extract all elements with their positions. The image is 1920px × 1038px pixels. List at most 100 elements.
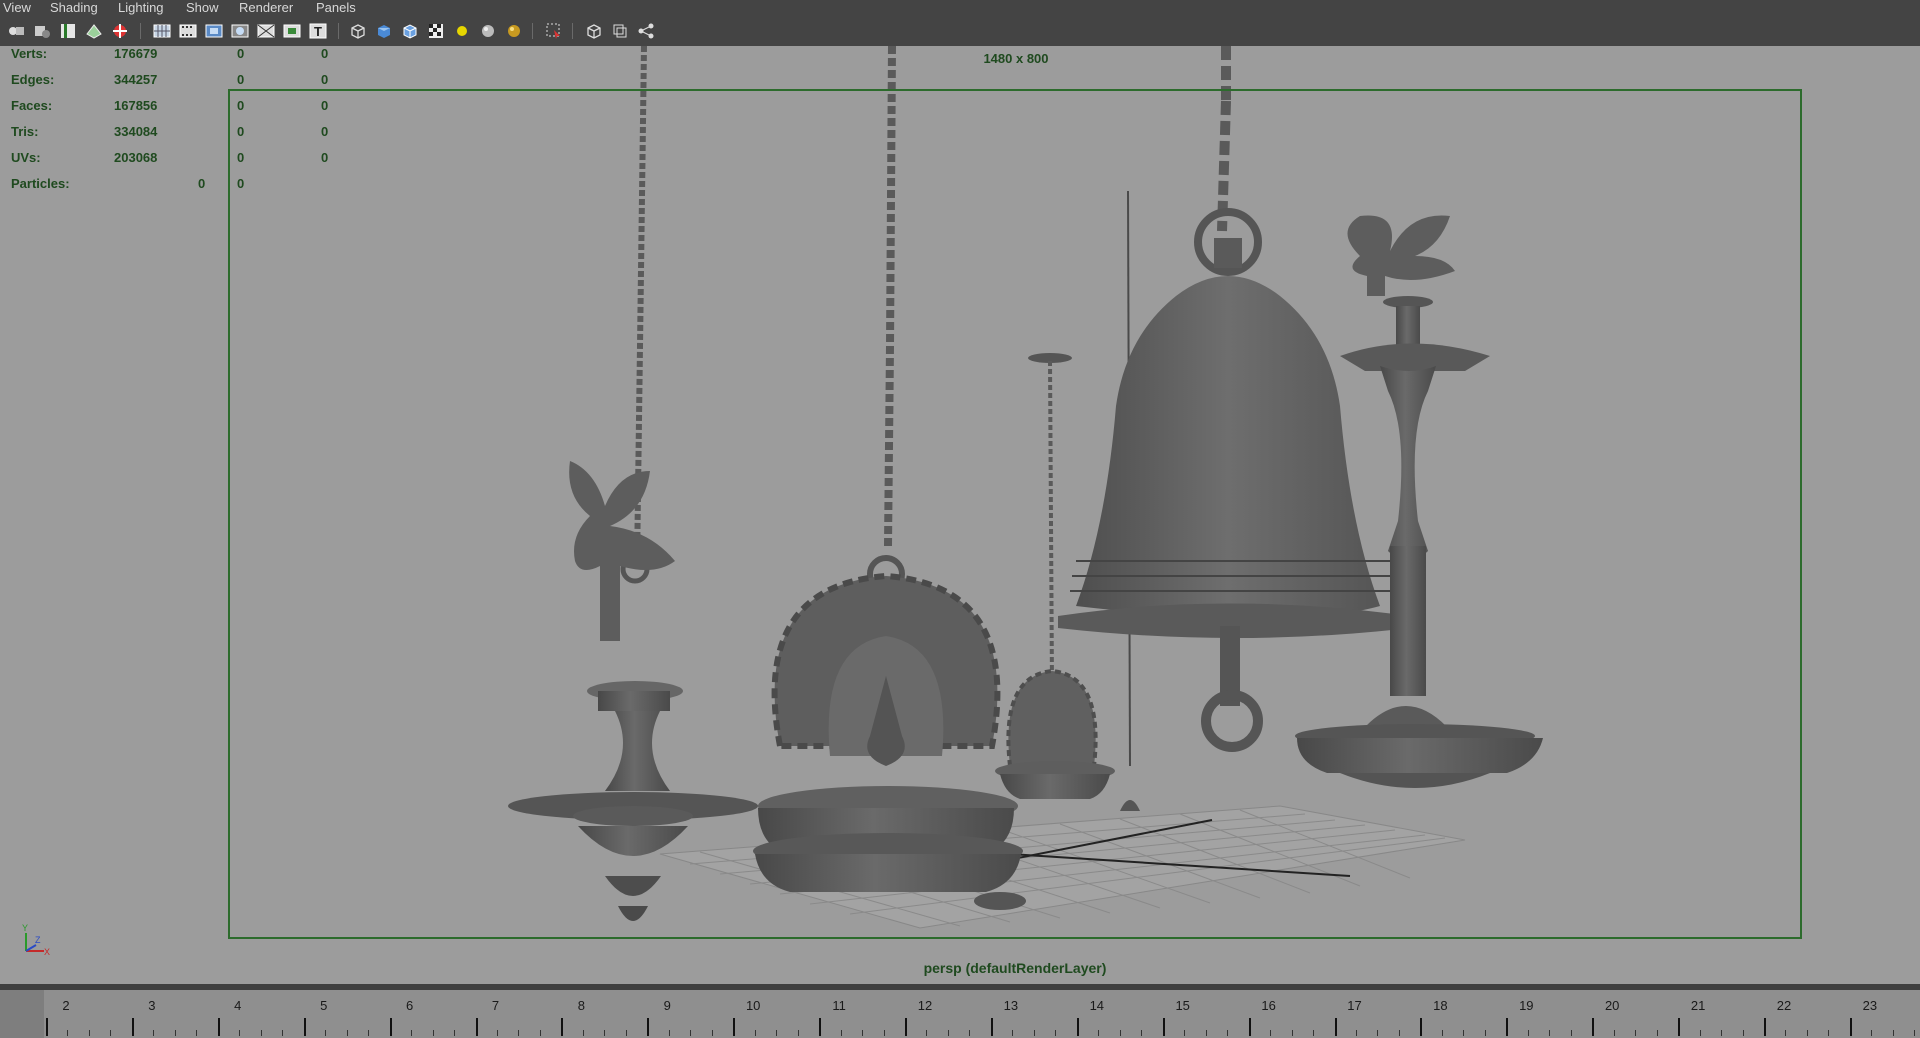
frame-tick-label: 10 (745, 998, 761, 1013)
frame-tick-label: 13 (1003, 998, 1019, 1013)
screen-space-ambient-occlusion-icon[interactable] (504, 21, 524, 41)
frame-tick-minor (1227, 1030, 1229, 1036)
frame-tick-minor (1205, 1030, 1207, 1036)
frame-tick-minor (668, 1030, 670, 1036)
frame-tick-minor (1914, 1030, 1916, 1036)
frame-tick-minor (518, 1030, 520, 1036)
frame-tick-major (217, 1018, 220, 1036)
frame-tick-minor (1527, 1030, 1529, 1036)
frame-tick-major (389, 1018, 392, 1036)
frame-tick-minor (110, 1030, 112, 1036)
gate-mask-icon[interactable] (230, 21, 250, 41)
xray-icon[interactable] (584, 21, 604, 41)
frame-tick-minor (625, 1030, 627, 1036)
frame-tick-minor (368, 1030, 370, 1036)
frame-tick-label: 17 (1347, 998, 1362, 1013)
frame-tick-major (475, 1018, 478, 1036)
frame-tick-major (303, 1018, 306, 1036)
grid-icon[interactable] (152, 21, 172, 41)
field-chart-icon[interactable] (256, 21, 276, 41)
image-plane-icon[interactable] (84, 21, 104, 41)
frame-tick-minor (1055, 1030, 1057, 1036)
hud-verts-label: Verts: (11, 46, 48, 61)
frame-tick-minor (88, 1030, 90, 1036)
frame-tick-label: 11 (832, 998, 846, 1013)
frame-tick-label: 16 (1261, 998, 1276, 1013)
menu-view[interactable]: View (3, 0, 31, 15)
frame-tick-major (819, 1018, 822, 1036)
hud-verts-triangles: 0 (321, 46, 329, 61)
frame-tick-minor (1012, 1030, 1014, 1036)
frame-tick-major (131, 1018, 134, 1036)
frame-tick-minor (1098, 1030, 1100, 1036)
hud-edges-label: Edges: (11, 72, 55, 87)
shadows-icon[interactable] (478, 21, 498, 41)
frame-tick-major (1420, 1018, 1423, 1036)
frame-tick-minor (1463, 1030, 1465, 1036)
menu-lighting[interactable]: Lighting (118, 0, 164, 15)
2d-pan-zoom-icon[interactable] (110, 21, 130, 41)
hud-uvs-label: UVs: (11, 150, 41, 165)
frame-tick-label: 20 (1604, 998, 1620, 1013)
frame-tick-minor (776, 1030, 778, 1036)
perspective-viewport[interactable]: Verts: 176679 0 0 Edges: 344257 0 0 Face… (0, 46, 1920, 984)
frame-tick-minor (282, 1030, 284, 1036)
camera-attributes-icon[interactable] (32, 21, 52, 41)
frame-tick-minor (1141, 1030, 1143, 1036)
frame-tick-minor (1871, 1030, 1873, 1036)
frame-tick-minor (883, 1030, 885, 1036)
frame-tick-label: 9 (663, 998, 671, 1013)
axis-y-label: Y (22, 923, 28, 933)
menu-renderer[interactable]: Renderer (239, 0, 293, 15)
wireframe-icon[interactable] (348, 21, 368, 41)
frame-tick-label: 22 (1776, 998, 1792, 1013)
frame-tick-major (1162, 1018, 1165, 1036)
frame-tick-minor (926, 1030, 928, 1036)
film-gate-icon[interactable] (178, 21, 198, 41)
bookmarks-icon[interactable] (58, 21, 78, 41)
frame-tick-minor (67, 1030, 69, 1036)
resolution-gate-icon[interactable] (204, 21, 224, 41)
frame-tick-label: 15 (1175, 998, 1190, 1013)
frame-tick-major (1849, 1018, 1852, 1036)
wireframe-on-shaded-icon[interactable] (400, 21, 420, 41)
xray-active-components-icon[interactable] (610, 21, 630, 41)
safe-action-icon[interactable]: T (308, 21, 328, 41)
hud-particles-value: 0 (198, 176, 206, 191)
frame-tick-minor (711, 1030, 713, 1036)
frame-tick-major (1678, 1018, 1681, 1036)
camera-name-label: persp (defaultRenderLayer) (923, 960, 1107, 976)
svg-text:T: T (314, 24, 322, 39)
frame-tick-minor (1398, 1030, 1400, 1036)
select-camera-icon[interactable] (6, 21, 26, 41)
frame-tick-label: 4 (234, 998, 242, 1013)
hud-tris-label: Tris: (11, 124, 39, 139)
frame-tick-major (46, 1018, 48, 1036)
frame-tick-minor (1291, 1030, 1293, 1036)
menu-show[interactable]: Show (186, 0, 219, 15)
frame-tick-label: 18 (1433, 998, 1448, 1013)
frame-tick-minor (1635, 1030, 1637, 1036)
frame-tick-minor (454, 1030, 456, 1036)
menu-panels[interactable]: Panels (316, 0, 356, 15)
smooth-shade-icon[interactable] (374, 21, 394, 41)
frame-tick-major (905, 1018, 907, 1036)
frame-tick-minor (1892, 1030, 1894, 1036)
isolate-select-icon[interactable] (544, 21, 564, 41)
frame-tick-minor (690, 1030, 692, 1036)
current-frame-marker[interactable] (0, 990, 44, 1038)
frame-tick-minor (754, 1030, 756, 1036)
menu-shading[interactable]: Shading (50, 0, 98, 15)
frame-tick-label: 12 (917, 998, 933, 1013)
use-all-lights-icon[interactable] (452, 21, 472, 41)
hud-faces-value: 167856 (114, 98, 158, 113)
time-slider[interactable]: 2 3 4 5 6 7 8 9 10 11 12 13 14 15 16 17 18 19 20 21 22 23 (0, 984, 1920, 1038)
frame-tick-minor (797, 1030, 799, 1036)
xray-joints-icon[interactable] (636, 21, 656, 41)
frame-tick-major (733, 1018, 736, 1036)
textured-icon[interactable] (426, 21, 446, 41)
frame-tick-minor (862, 1030, 864, 1036)
axis-x-label: X (44, 947, 50, 957)
safe-title-icon[interactable] (282, 21, 302, 41)
frame-tick-minor (153, 1030, 155, 1036)
